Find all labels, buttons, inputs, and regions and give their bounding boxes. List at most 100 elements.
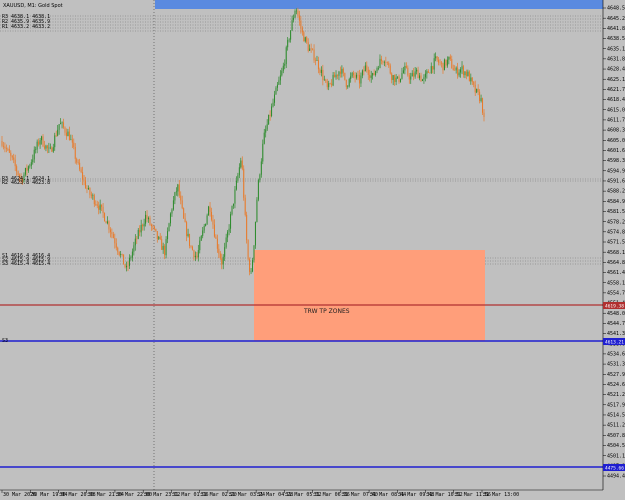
- trading-chart[interactable]: TRW TP ZONES 4648.55 4645.20 4641.85 4638.5…: [0, 0, 625, 500]
- price-tick-label: 4588.25: [607, 189, 625, 195]
- candle-body: [181, 200, 183, 209]
- chart-canvas[interactable]: TRW TP ZONES 4648.55 4645.20 4641.85 4638.5…: [0, 0, 625, 500]
- candle-body: [376, 68, 378, 72]
- candle-body: [210, 211, 213, 220]
- candle-body: [345, 79, 347, 87]
- price-tick-label: 4511.20: [607, 423, 625, 429]
- candle-body: [142, 224, 144, 227]
- candle-body: [131, 251, 133, 258]
- price-tick-label: 4501.15: [607, 453, 625, 459]
- candle-body: [184, 218, 186, 223]
- candle-body: [474, 84, 476, 93]
- candle-body: [310, 48, 312, 50]
- price-tick-label: 4521.25: [607, 392, 625, 398]
- candle-body: [441, 62, 443, 64]
- candle-body: [405, 65, 407, 68]
- candle-body: [464, 71, 466, 76]
- candle-body: [465, 71, 467, 76]
- candle-body: [186, 222, 188, 237]
- candle-body: [43, 146, 45, 149]
- candle-body: [175, 191, 177, 193]
- price-tick-label: 4541.35: [607, 331, 625, 337]
- candle-body: [256, 199, 258, 222]
- candle-body: [336, 74, 339, 76]
- candle-body: [1, 141, 3, 146]
- candle-body: [269, 114, 271, 116]
- price-tick-label: 4571.50: [607, 240, 625, 246]
- candle-body: [263, 132, 265, 144]
- candle-body: [42, 136, 44, 147]
- candle-body: [244, 197, 246, 215]
- candle-body: [247, 240, 249, 260]
- candle-body: [335, 74, 337, 78]
- candle-body: [295, 10, 297, 12]
- candle-body: [312, 48, 314, 50]
- candle-body: [338, 71, 340, 76]
- candle-body: [271, 106, 273, 116]
- candle-body: [51, 147, 53, 152]
- candle-body: [287, 40, 289, 48]
- candle-body: [101, 204, 103, 207]
- candle-body: [79, 162, 81, 170]
- bottom-price-tag-text: 4475.66: [605, 466, 624, 472]
- candle-body: [219, 253, 221, 259]
- candle-body: [232, 203, 234, 206]
- candle-body: [275, 87, 277, 95]
- candle-body: [334, 74, 336, 78]
- candle-body: [14, 159, 16, 167]
- candle-body: [252, 260, 254, 272]
- candle-body: [427, 71, 429, 73]
- candle-body: [39, 140, 41, 145]
- candle-body: [293, 17, 295, 21]
- candle-body: [111, 232, 113, 235]
- price-tick-label: 4605.00: [607, 138, 625, 144]
- candle-body: [114, 238, 116, 244]
- candle-body: [353, 72, 355, 76]
- candle-body: [325, 79, 327, 82]
- candle-body: [482, 98, 484, 113]
- candle-body: [344, 72, 346, 80]
- candle-body: [27, 166, 29, 171]
- candle-body: [206, 215, 208, 224]
- candle-body: [468, 71, 470, 82]
- candle-body: [452, 68, 454, 71]
- candle-body: [80, 169, 82, 173]
- price-tick-label: 4628.45: [607, 67, 625, 73]
- candle-body: [106, 221, 108, 224]
- candle-body: [191, 246, 193, 251]
- candle-body: [240, 160, 242, 168]
- candle-body: [74, 147, 76, 159]
- candle-body: [402, 70, 404, 74]
- candle-body: [471, 77, 473, 82]
- candle-body: [342, 68, 344, 73]
- price-tick-label: 4638.50: [607, 36, 625, 42]
- candle-body: [189, 233, 191, 246]
- candle-body: [115, 243, 117, 248]
- candle-body: [98, 205, 100, 210]
- candle-body: [348, 79, 350, 87]
- price-tick-label: 4534.65: [607, 352, 625, 358]
- tp-zone-rectangle[interactable]: [254, 250, 485, 341]
- price-tick-label: 4524.60: [607, 382, 625, 388]
- candle-body: [392, 75, 394, 80]
- candle-body: [29, 165, 31, 167]
- candle-body: [430, 66, 432, 73]
- candle-body: [361, 70, 363, 76]
- candle-body: [297, 10, 299, 16]
- candle-body: [364, 65, 366, 72]
- candle-body: [193, 250, 195, 258]
- candle-body: [55, 135, 57, 137]
- candle-body: [172, 200, 174, 210]
- candle-body: [105, 221, 107, 224]
- candle-body: [304, 37, 306, 42]
- candle-body: [386, 62, 388, 63]
- candle-body: [84, 180, 87, 189]
- candle-body: [366, 65, 368, 70]
- candle-body: [354, 75, 356, 78]
- candle-body: [83, 179, 85, 181]
- candle-body: [162, 245, 164, 250]
- candle-body: [30, 162, 32, 166]
- candle-body: [401, 73, 403, 79]
- candle-body: [254, 221, 256, 246]
- candle-body: [315, 60, 317, 61]
